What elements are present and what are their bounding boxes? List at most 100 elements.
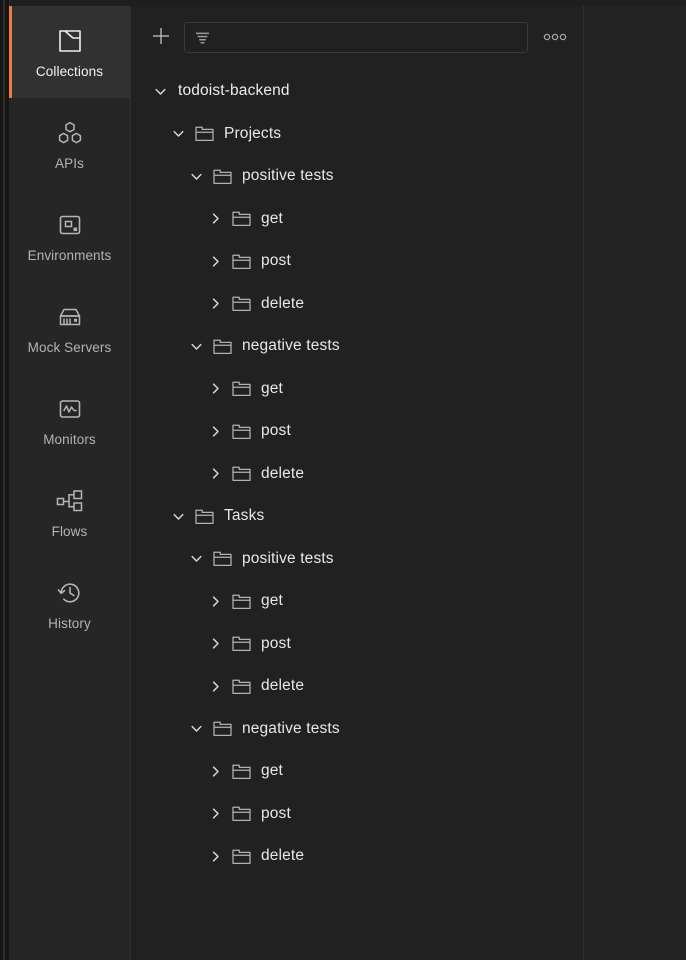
sidebar-item-environments[interactable]: Environments	[9, 190, 130, 282]
tree-row-label: post	[261, 252, 291, 270]
tree-row-label: negative tests	[242, 719, 340, 737]
tree-row[interactable]: post	[131, 623, 583, 666]
chevron-right-icon[interactable]	[207, 211, 223, 227]
collection-tree: todoist-backend Projects positive tests …	[131, 70, 583, 960]
environments-icon	[55, 210, 85, 240]
sidebar-item-collections[interactable]: Collections	[9, 6, 130, 98]
folder-icon	[232, 677, 251, 696]
chevron-down-icon[interactable]	[170, 126, 186, 142]
chevron-right-icon[interactable]	[207, 848, 223, 864]
folder-icon	[232, 294, 251, 313]
chevron-down-icon[interactable]	[152, 83, 168, 99]
folder-icon	[213, 719, 232, 738]
tree-row[interactable]: Projects	[131, 113, 583, 156]
collections-toolbar	[131, 6, 583, 70]
sidebar-item-label: Collections	[35, 63, 104, 79]
chevron-right-icon[interactable]	[207, 296, 223, 312]
sidebar-item-mock-servers[interactable]: Mock Servers	[9, 282, 130, 374]
folder-icon	[213, 549, 232, 568]
tree-row[interactable]: post	[131, 793, 583, 836]
tree-row-label: get	[261, 209, 283, 227]
tree-row-label: get	[261, 762, 283, 780]
sidebar-item-apis[interactable]: APIs	[9, 98, 130, 190]
chevron-right-icon[interactable]	[207, 466, 223, 482]
tree-row-label: delete	[261, 294, 305, 312]
folder-icon	[232, 634, 251, 653]
tree-row[interactable]: get	[131, 750, 583, 793]
plus-icon	[150, 25, 172, 52]
chevron-right-icon[interactable]	[207, 593, 223, 609]
search-input[interactable]	[211, 30, 527, 45]
tree-row[interactable]: positive tests	[131, 538, 583, 581]
folder-icon	[232, 464, 251, 483]
chevron-right-icon[interactable]	[207, 253, 223, 269]
tree-row[interactable]: get	[131, 368, 583, 411]
folder-icon	[232, 592, 251, 611]
tree-row[interactable]: post	[131, 410, 583, 453]
chevron-down-icon[interactable]	[188, 168, 204, 184]
folder-icon	[232, 209, 251, 228]
folder-icon	[232, 847, 251, 866]
tree-row-label: delete	[261, 677, 305, 695]
sidebar-item-flows[interactable]: Flows	[9, 466, 130, 558]
chevron-right-icon[interactable]	[207, 763, 223, 779]
new-collection-button[interactable]	[148, 25, 174, 51]
search-filter-box[interactable]	[184, 22, 528, 53]
mock-servers-icon	[55, 302, 85, 332]
folder-icon	[213, 167, 232, 186]
more-horizontal-icon	[542, 29, 568, 47]
chevron-right-icon[interactable]	[207, 678, 223, 694]
sidebar-item-label: Environments	[27, 247, 112, 263]
tree-row[interactable]: delete	[131, 453, 583, 496]
tree-row-label: get	[261, 592, 283, 610]
tree-row[interactable]: get	[131, 198, 583, 241]
sidebar-item-history[interactable]: History	[9, 558, 130, 650]
history-icon	[55, 578, 85, 608]
chevron-down-icon[interactable]	[188, 721, 204, 737]
collections-panel: todoist-backend Projects positive tests …	[131, 6, 584, 960]
tree-row-label: post	[261, 804, 291, 822]
collections-icon	[55, 26, 85, 56]
sidebar-item-label: Flows	[51, 523, 88, 539]
tree-row-label: negative tests	[242, 337, 340, 355]
tree-row[interactable]: delete	[131, 283, 583, 326]
folder-icon	[195, 124, 214, 143]
flows-icon	[55, 486, 85, 516]
chevron-right-icon[interactable]	[207, 636, 223, 652]
tree-row-label: Projects	[224, 124, 282, 142]
tree-row-label: get	[261, 379, 283, 397]
tree-row[interactable]: positive tests	[131, 155, 583, 198]
tree-row[interactable]: delete	[131, 665, 583, 708]
apis-icon	[55, 118, 85, 148]
active-indicator	[9, 6, 12, 98]
tree-row-label: todoist-backend	[178, 82, 290, 100]
tree-row[interactable]: delete	[131, 835, 583, 878]
right-empty-area	[584, 6, 686, 960]
sidebar-item-label: Monitors	[43, 431, 96, 447]
chevron-down-icon[interactable]	[188, 338, 204, 354]
sidebar-item-monitors[interactable]: Monitors	[9, 374, 130, 466]
sidebar-item-label: Mock Servers	[27, 339, 112, 355]
monitors-icon	[55, 394, 85, 424]
filter-icon	[194, 29, 211, 46]
sidebar-item-label: APIs	[55, 155, 84, 171]
chevron-down-icon[interactable]	[170, 508, 186, 524]
tree-row[interactable]: get	[131, 580, 583, 623]
chevron-right-icon[interactable]	[207, 423, 223, 439]
sidebar-item-label: History	[48, 615, 91, 631]
chevron-right-icon[interactable]	[207, 806, 223, 822]
tree-row[interactable]: todoist-backend	[131, 70, 583, 113]
collections-more-actions-button[interactable]	[540, 28, 570, 48]
tree-row-label: delete	[261, 847, 305, 865]
tree-row[interactable]: Tasks	[131, 495, 583, 538]
tree-row[interactable]: post	[131, 240, 583, 283]
chevron-down-icon[interactable]	[188, 551, 204, 567]
tree-row-label: delete	[261, 464, 305, 482]
folder-icon	[232, 762, 251, 781]
tree-row-label: Tasks	[224, 507, 265, 525]
tree-row[interactable]: negative tests	[131, 325, 583, 368]
tree-row-label: post	[261, 634, 291, 652]
tree-row-label: positive tests	[242, 167, 334, 185]
chevron-right-icon[interactable]	[207, 381, 223, 397]
tree-row[interactable]: negative tests	[131, 708, 583, 751]
